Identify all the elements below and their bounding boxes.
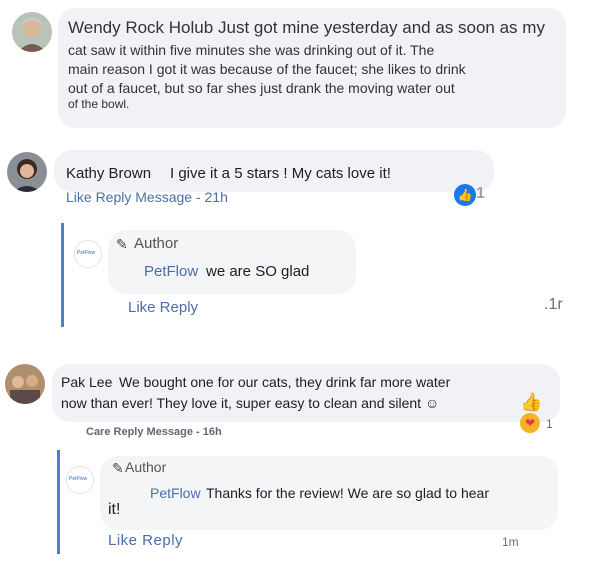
comment-text: out of a faucet, but so far shes just dr…: [68, 80, 455, 96]
comment-text: now than ever! They love it, super easy …: [61, 395, 440, 411]
comment-text: main reason I got it was because of the …: [68, 61, 466, 77]
comment-text: cat saw it within five minutes she was d…: [68, 42, 435, 58]
comment-author[interactable]: Pak Lee: [61, 374, 112, 390]
timestamp: .1r: [544, 296, 563, 313]
reply-text: Thanks for the review! We are so glad to…: [206, 485, 489, 501]
thumbs-up-icon: 👍: [454, 184, 476, 206]
avatar[interactable]: [5, 364, 45, 404]
reaction-badge[interactable]: 👍 ❤ 1: [516, 392, 564, 436]
avatar-text: PetFlow: [77, 250, 96, 256]
reply-actions[interactable]: Like Reply: [128, 299, 198, 316]
care-reaction-icon: ❤: [520, 413, 540, 433]
author-badge: Author: [134, 235, 179, 252]
avatar[interactable]: [12, 12, 52, 52]
thread-line: [57, 450, 60, 554]
avatar[interactable]: PetFlow: [74, 240, 102, 268]
reaction-count: 1: [546, 417, 553, 431]
avatar-text: PetFlow: [69, 476, 88, 482]
reply-author[interactable]: PetFlow: [144, 263, 198, 280]
avatar[interactable]: [7, 152, 47, 192]
author-badge: Author: [125, 459, 167, 475]
comment-bubble: [52, 364, 560, 422]
timestamp: 1m: [502, 535, 519, 549]
thumbs-up-icon: 👍: [520, 392, 543, 412]
comment-author[interactable]: Wendy Rock Holub: [68, 18, 213, 38]
reaction-count: 1: [476, 185, 485, 202]
reply-author[interactable]: PetFlow: [150, 485, 201, 501]
avatar[interactable]: PetFlow: [66, 466, 94, 494]
reply-text: it!: [108, 501, 121, 518]
reply-text: we are SO glad: [206, 263, 310, 280]
comment-actions[interactable]: Like Reply Message - 21h: [66, 189, 228, 205]
comment-actions[interactable]: Care Reply Message - 16h: [86, 426, 222, 438]
comment-text: of the bowl.: [68, 97, 130, 111]
reaction-badge[interactable]: 👍 1: [452, 182, 494, 206]
comment-author[interactable]: Kathy Brown: [66, 165, 151, 182]
comment-text: We bought one for our cats, they drink f…: [119, 374, 451, 390]
comment-text: Just got mine yesterday and as soon as m…: [218, 18, 545, 37]
pencil-icon: ✎: [116, 236, 128, 252]
comment-text: I give it a 5 stars ! My cats love it!: [170, 165, 391, 182]
reply-actions[interactable]: Like Reply: [108, 532, 183, 549]
pencil-icon: ✎: [112, 460, 124, 476]
thread-line: [61, 223, 64, 327]
